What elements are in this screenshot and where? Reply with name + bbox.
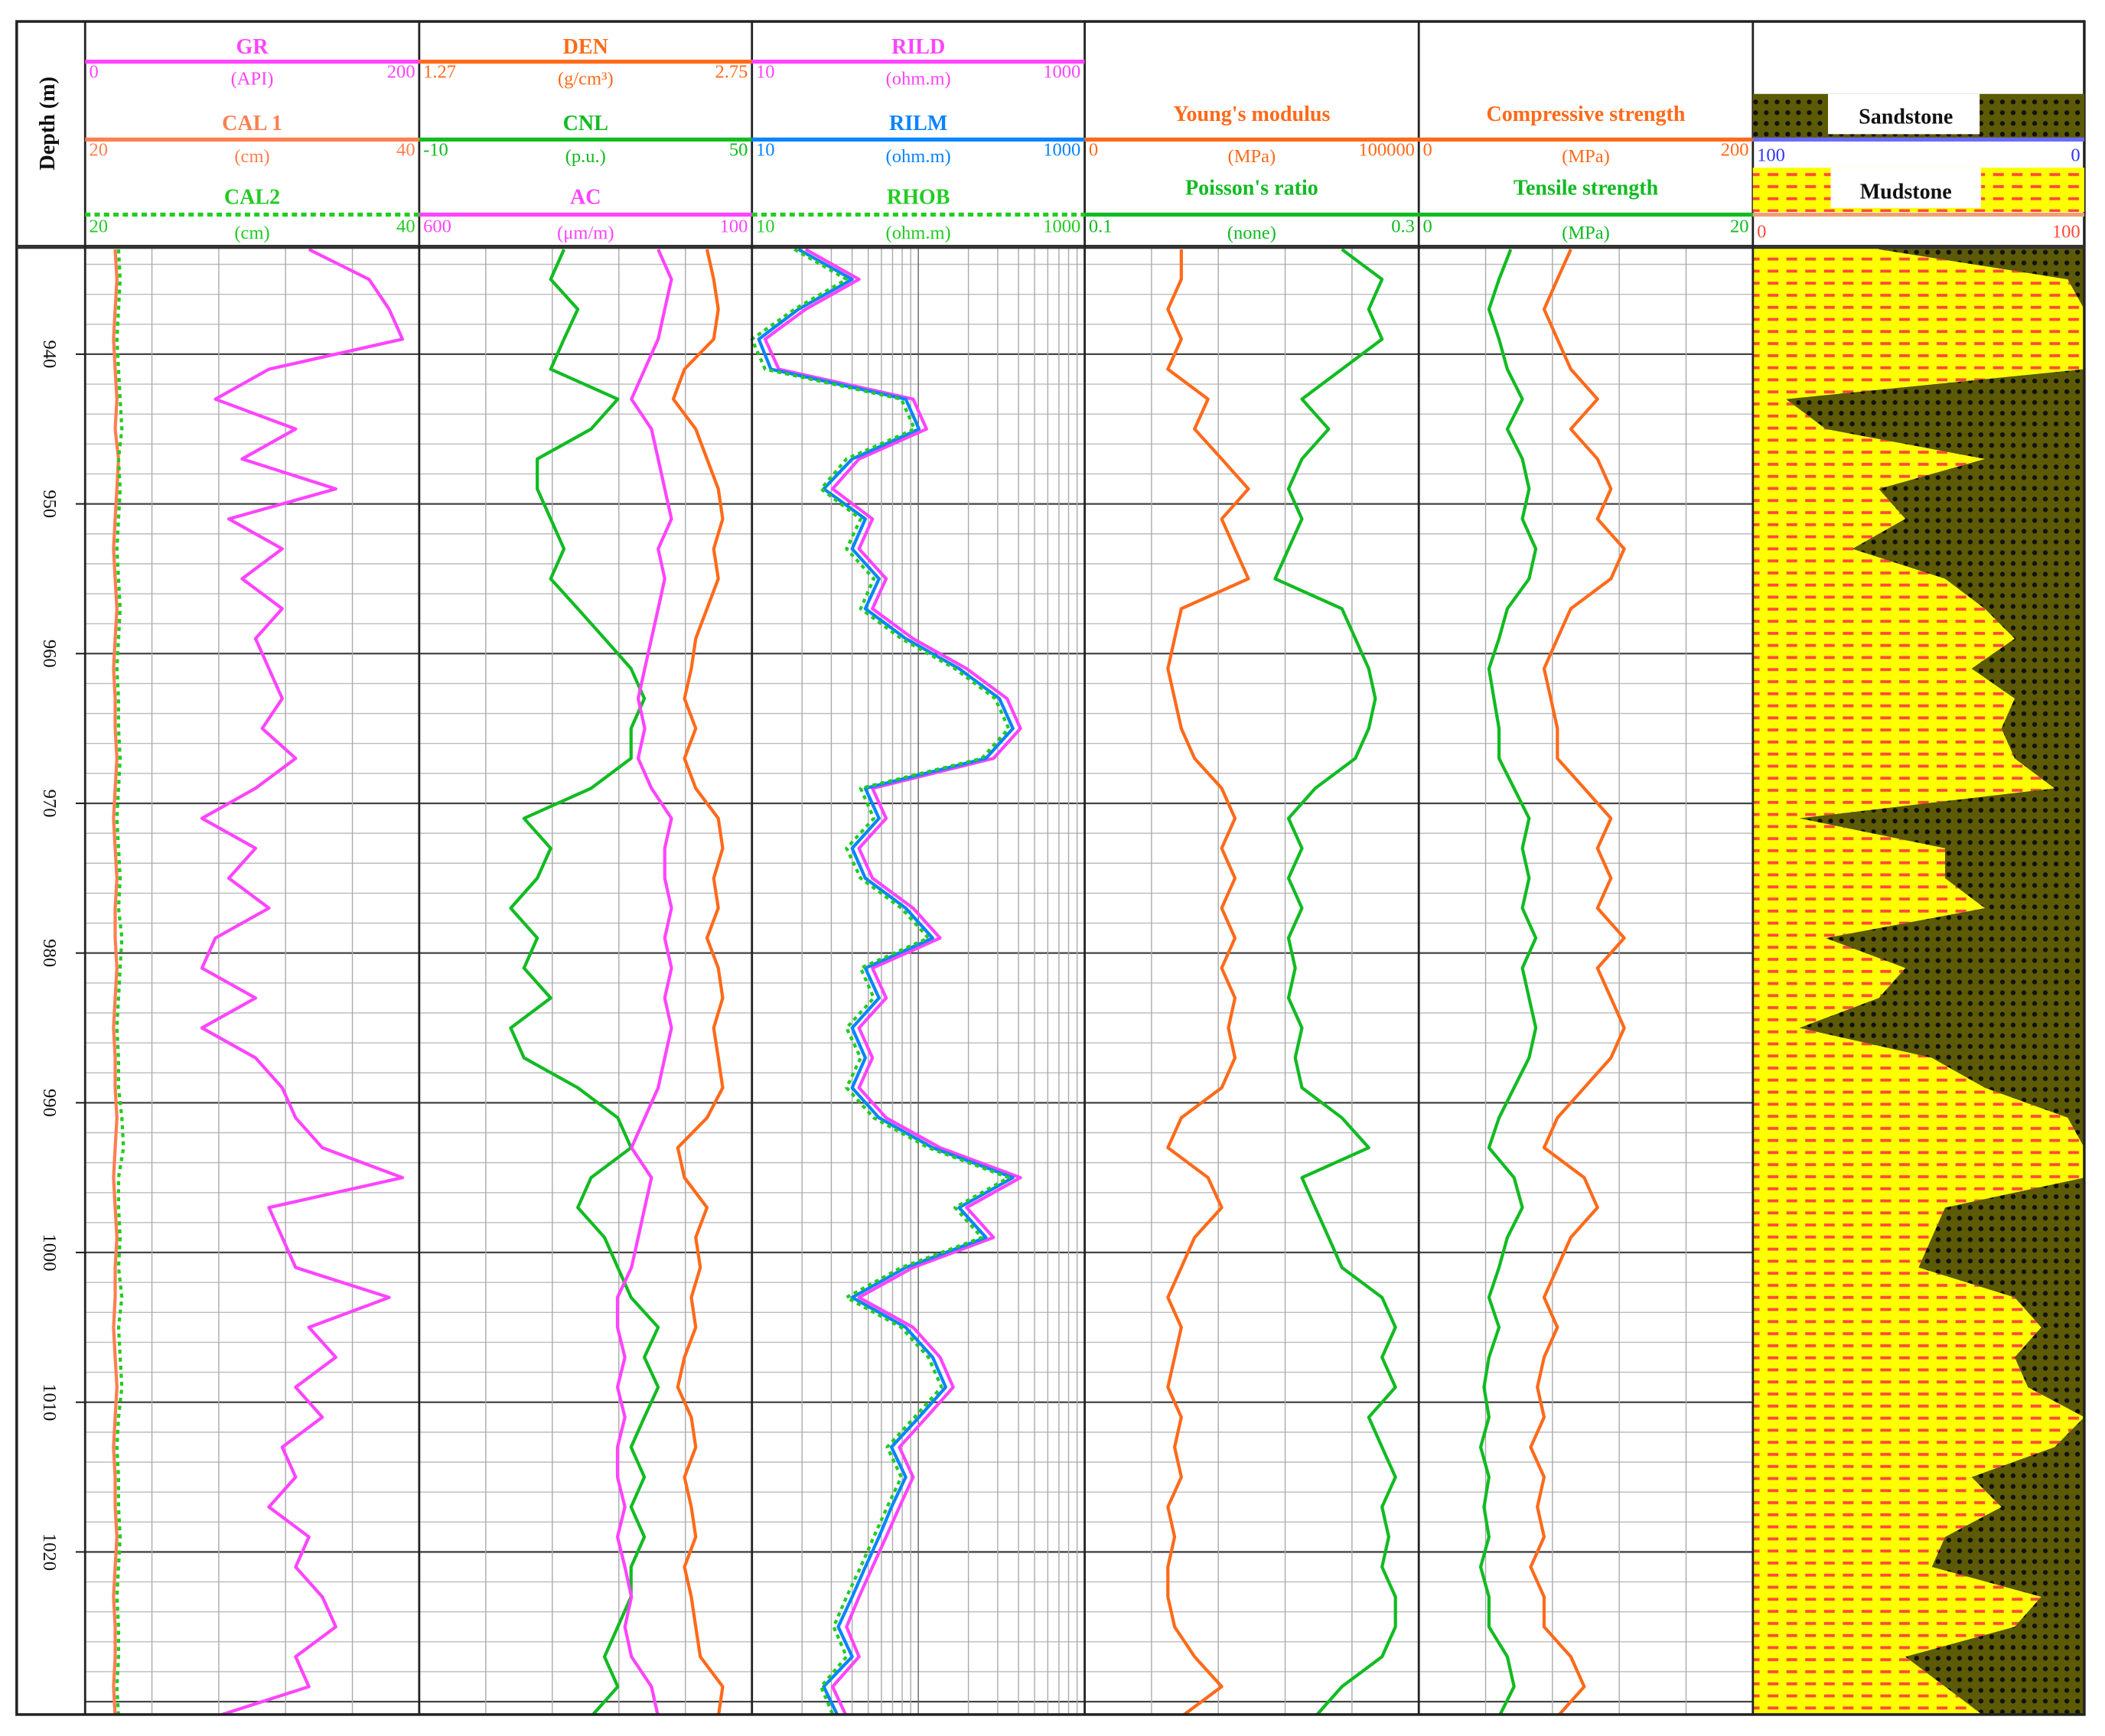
scale-max: 2.75 [715, 62, 748, 83]
depth-tick-label: 980 [39, 939, 60, 967]
curve-title: Compressive strength [1487, 103, 1686, 126]
depth-tick-label: 970 [39, 790, 60, 818]
scale-min: 0 [1757, 221, 1766, 242]
curve-unit: (g/cm³) [558, 68, 614, 89]
scale-min: 10 [756, 216, 775, 236]
depth-tick-label: 960 [39, 640, 60, 668]
scale-min: 20 [90, 216, 109, 236]
scale-max: 40 [396, 216, 415, 236]
curve-title: CNL [563, 112, 608, 135]
curve-unit: (MPa) [1228, 146, 1276, 167]
curve-unit: (cm) [234, 223, 269, 243]
scale-min: 20 [90, 139, 109, 160]
scale-min: 0.1 [1089, 216, 1113, 236]
depth-tick-label: 1010 [39, 1383, 60, 1421]
curve-unit: (none) [1227, 223, 1276, 243]
curve-title: RILM [889, 112, 947, 135]
curve-title: Tensile strength [1514, 176, 1659, 200]
scale-max: 100 [720, 216, 748, 236]
curve-title: RILD [891, 35, 945, 59]
scale-min: 600 [423, 216, 451, 236]
scale-max: 200 [387, 62, 415, 83]
scale-min: 10 [756, 62, 775, 83]
scale-min: 0 [1089, 139, 1098, 160]
sandstone-label: Sandstone [1859, 105, 1953, 129]
scale-max: 1000 [1043, 216, 1080, 236]
curve-unit: (MPa) [1562, 223, 1610, 243]
scale-min: -10 [423, 139, 448, 160]
curve-title: CAL2 [224, 186, 280, 210]
curve-title: AC [570, 186, 601, 210]
curve-unit: (MPa) [1562, 146, 1610, 167]
scale-min: 100 [1757, 145, 1785, 165]
curve-title: Poisson's ratio [1185, 176, 1318, 200]
scale-max: 20 [1730, 216, 1749, 236]
curve-unit: (ohm.m) [886, 146, 951, 167]
scale-max: 100 [2052, 221, 2081, 242]
curve-unit: (cm) [234, 146, 269, 167]
scale-min: 0 [90, 62, 99, 83]
scale-max: 0 [2071, 145, 2080, 165]
scale-max: 1000 [1043, 139, 1080, 160]
scale-max: 100000 [1358, 139, 1415, 160]
scale-max: 0.3 [1391, 216, 1415, 236]
curve-title: GR [236, 35, 269, 59]
curve-unit: (API) [231, 68, 274, 89]
depth-tick-label: 940 [39, 340, 60, 369]
scale-min: 10 [756, 139, 775, 160]
well-log-chart: GR 0 200 (API) CAL 1 20 40 (cm) CAL2 20 40 (cm) DEN 1… [0, 0, 2105, 1736]
curve-title: RHOB [887, 186, 950, 210]
depth-tick-label: 1020 [39, 1533, 60, 1571]
scale-max: 200 [1721, 139, 1749, 160]
depth-axis: Depth (m) 940 950 960 970 980 990 1000 1010 1020 [36, 77, 86, 1571]
curve-title: DEN [563, 35, 608, 59]
scale-max: 1000 [1043, 62, 1080, 83]
curve-title: CAL 1 [222, 112, 282, 135]
depth-tick-label: 990 [39, 1089, 60, 1117]
scale-max: 50 [729, 139, 748, 160]
well-log-svg: GR0 200(API)CAL 120 40(cm)CAL220 40(cm)DEN1… [15, 20, 2086, 1716]
scale-min: 0 [1422, 216, 1432, 236]
curve-unit: (ohm.m) [886, 223, 951, 243]
curve-unit: (p.u.) [565, 146, 606, 167]
lithology-fill [1752, 246, 2084, 1715]
depth-tick-label: 950 [39, 490, 60, 518]
curve-unit: (ohm.m) [886, 68, 951, 89]
scale-min: 0 [1422, 139, 1432, 160]
depth-axis-title: Depth (m) [36, 77, 60, 170]
mudstone-label: Mudstone [1860, 181, 1952, 204]
curve-title: Young's modulus [1173, 103, 1330, 126]
curve-unit: (μm/m) [557, 223, 614, 243]
scale-max: 40 [396, 139, 415, 160]
depth-tick-label: 1000 [39, 1234, 60, 1272]
scale-min: 1.27 [423, 62, 456, 83]
